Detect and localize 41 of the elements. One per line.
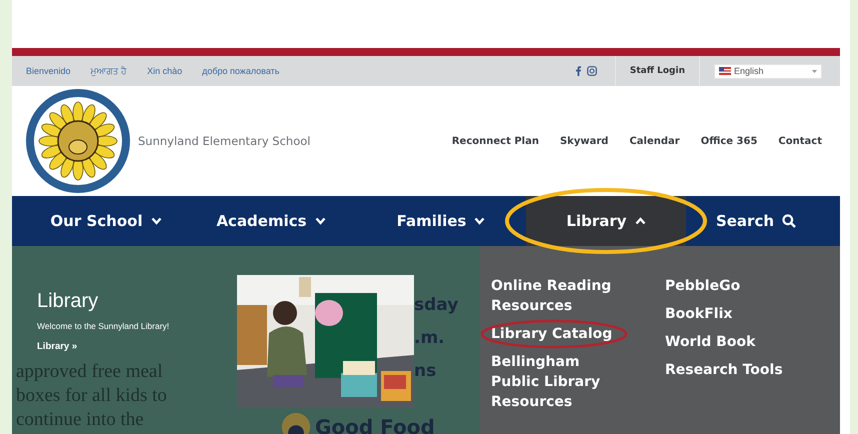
language-select[interactable]: English: [714, 64, 822, 78]
header-link[interactable]: Reconnect Plan: [452, 136, 539, 146]
chevron-down-icon: [150, 217, 162, 225]
library-link[interactable]: Library »: [37, 341, 78, 352]
school-name: Sunnyland Elementary School: [138, 134, 310, 148]
nav-menu-item[interactable]: Families: [356, 196, 526, 246]
header-link[interactable]: Skyward: [560, 136, 608, 146]
nav-menu-item[interactable]: Academics: [186, 196, 356, 246]
facebook-icon[interactable]: [576, 66, 581, 76]
language-link[interactable]: Xin chào: [147, 66, 182, 76]
menu-link[interactable]: World Book: [665, 332, 756, 352]
chevron-down-icon: [314, 217, 326, 225]
menu-link[interactable]: BookFlix: [665, 304, 732, 324]
header-link[interactable]: Calendar: [629, 136, 680, 146]
event-text: sday: [414, 294, 458, 317]
instagram-icon[interactable]: [586, 66, 597, 76]
header-link[interactable]: Office 365: [700, 136, 758, 146]
school-logo-icon: [24, 89, 132, 193]
staff-login-link[interactable]: Staff Login: [616, 66, 699, 76]
menu-link[interactable]: PebbleGo: [665, 276, 740, 296]
nav-menu-item[interactable]: Library: [526, 196, 686, 246]
menu-title: Library: [37, 290, 100, 313]
chevron-up-icon: [634, 217, 646, 225]
language-link[interactable]: ਮੁਆਗਤ ਹੈ: [90, 66, 128, 76]
menu-link[interactable]: Bellingham Public Library Resources: [491, 352, 625, 412]
nav-menu-item[interactable]: Our School: [26, 196, 186, 246]
event-text: .m.: [414, 327, 446, 350]
menu-link[interactable]: Online Reading Resources: [491, 276, 625, 316]
event-text: ns: [414, 360, 438, 383]
header-link[interactable]: Contact: [778, 136, 822, 146]
good-food-heading: Good Food: [315, 415, 435, 434]
menu-link[interactable]: Research Tools: [665, 360, 783, 380]
language-link[interactable]: Bienvenido: [26, 66, 71, 76]
food-logo-icon: [281, 412, 311, 434]
flag-icon: [719, 67, 731, 75]
caret-icon: [812, 70, 817, 72]
menu-welcome-text: Welcome to the Sunnyland Library!: [37, 321, 170, 331]
search-icon: [782, 214, 796, 228]
chevron-down-icon: [474, 217, 486, 225]
search-nav-item[interactable]: Search: [686, 196, 826, 246]
language-link[interactable]: добро пожаловать: [202, 66, 280, 76]
